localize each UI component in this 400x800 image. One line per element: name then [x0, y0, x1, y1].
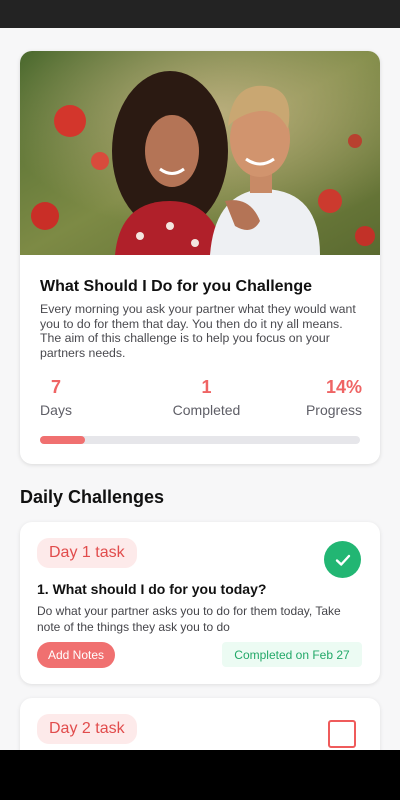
checkmark-icon: [335, 554, 350, 566]
stat-completed-label: Completed: [172, 402, 241, 418]
daily-challenges-heading: Daily Challenges: [20, 487, 165, 507]
challenge-title: What Should I Do for you Challenge: [40, 278, 312, 295]
stat-days: 7 Days: [40, 377, 72, 418]
task-title: 1. What should I do for you today?: [37, 581, 267, 597]
stat-days-label: Days: [40, 402, 72, 418]
stat-completed: 1 Completed: [140, 377, 273, 418]
day-badge: Day 2 task: [37, 714, 137, 744]
stat-completed-value: 1: [201, 377, 212, 397]
stat-progress-label: Progress: [305, 402, 362, 418]
challenge-description: Every morning you ask your partner what …: [40, 302, 356, 360]
couple-photo: [20, 51, 380, 255]
stat-days-value: 7: [50, 377, 61, 397]
stat-progress-value: 14%: [325, 377, 362, 397]
check-circle-icon[interactable]: [324, 541, 361, 578]
challenge-card: What Should I Do for you Challenge Every…: [20, 51, 380, 464]
completed-status-badge: Completed on Feb 27: [222, 642, 362, 667]
progress-bar: [40, 436, 360, 444]
task-card-day-1: Day 1 task 1. What should I do for you t…: [20, 522, 380, 684]
navigation-bar: [0, 750, 400, 800]
checkbox-icon[interactable]: [328, 720, 356, 748]
day-badge: Day 1 task: [37, 538, 137, 568]
task-description: Do what your partner asks you to do for …: [37, 604, 341, 634]
status-bar: [0, 0, 400, 28]
progress-bar-fill: [40, 436, 85, 444]
add-notes-button[interactable]: Add Notes: [37, 642, 115, 668]
stat-progress: 14% Progress: [300, 377, 362, 418]
